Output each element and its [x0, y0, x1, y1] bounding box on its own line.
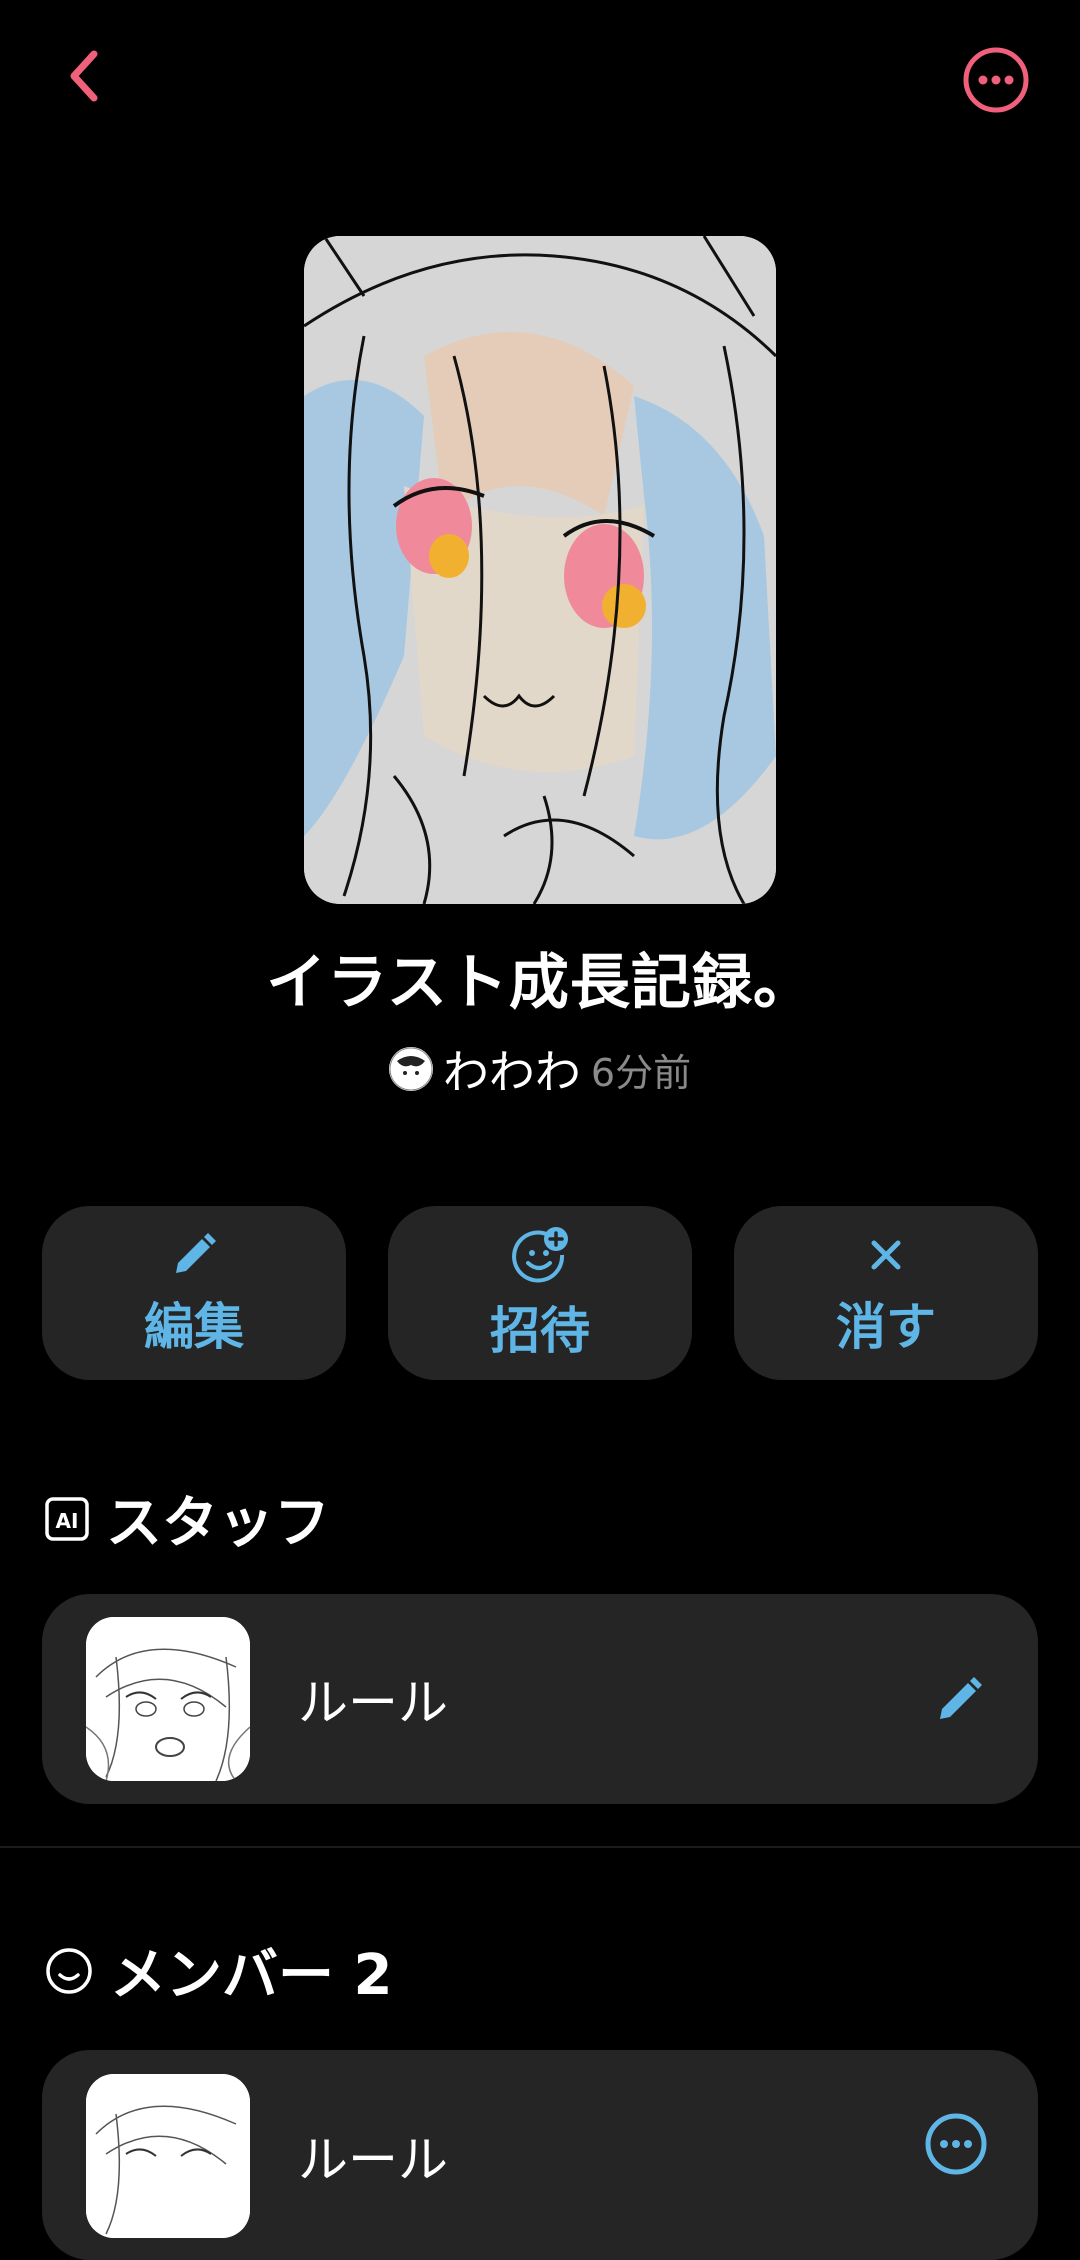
smile-icon [46, 1947, 92, 1994]
edit-label: 編集 [144, 1298, 244, 1356]
author-name[interactable]: わわわ [443, 1036, 581, 1102]
cover-image[interactable] [304, 236, 776, 904]
pencil-icon[interactable] [930, 1669, 990, 1729]
ai-badge-icon: AI [45, 1496, 89, 1541]
delete-button[interactable]: 消す [734, 1206, 1038, 1380]
chevron-left-icon [70, 50, 98, 102]
staff-list-item[interactable]: ルール [42, 1594, 1038, 1804]
invite-button[interactable]: 招待 [388, 1206, 692, 1380]
edit-button[interactable]: 編集 [42, 1206, 346, 1380]
members-section-title: メンバー 2 [110, 1943, 393, 2008]
member-avatar [86, 2074, 250, 2238]
members-section-header: メンバー 2 [44, 1930, 392, 2011]
member-list-item[interactable]: ルール [42, 2050, 1038, 2260]
staff-avatar [86, 1617, 250, 1781]
staff-section-title: スタッフ [106, 1491, 330, 1556]
staff-name: ルール [298, 1674, 448, 1732]
member-name: ルール [298, 2131, 448, 2189]
more-options-button[interactable] [960, 44, 1032, 116]
page-title: イラスト成長記録。 [266, 948, 814, 1018]
smile-plus-icon [512, 1227, 568, 1283]
cover-illustration [304, 236, 776, 904]
staff-section-header: AI スタッフ [44, 1478, 330, 1559]
timestamp: 6分前 [590, 1050, 692, 1095]
close-icon [871, 1240, 901, 1270]
delete-label: 消す [836, 1298, 936, 1356]
more-horizontal-circle-icon [963, 47, 1029, 113]
invite-label: 招待 [490, 1302, 590, 1360]
author-meta: わわわ 6分前 [0, 1036, 1080, 1102]
svg-text:AI: AI [56, 1509, 79, 1533]
section-divider [0, 1846, 1080, 1848]
pencil-icon [176, 1233, 216, 1273]
avatar[interactable] [388, 1047, 433, 1091]
action-bar: 編集 招待 消す [42, 1206, 1038, 1380]
back-button[interactable] [52, 44, 116, 108]
more-horizontal-circle-icon[interactable] [922, 2110, 990, 2178]
